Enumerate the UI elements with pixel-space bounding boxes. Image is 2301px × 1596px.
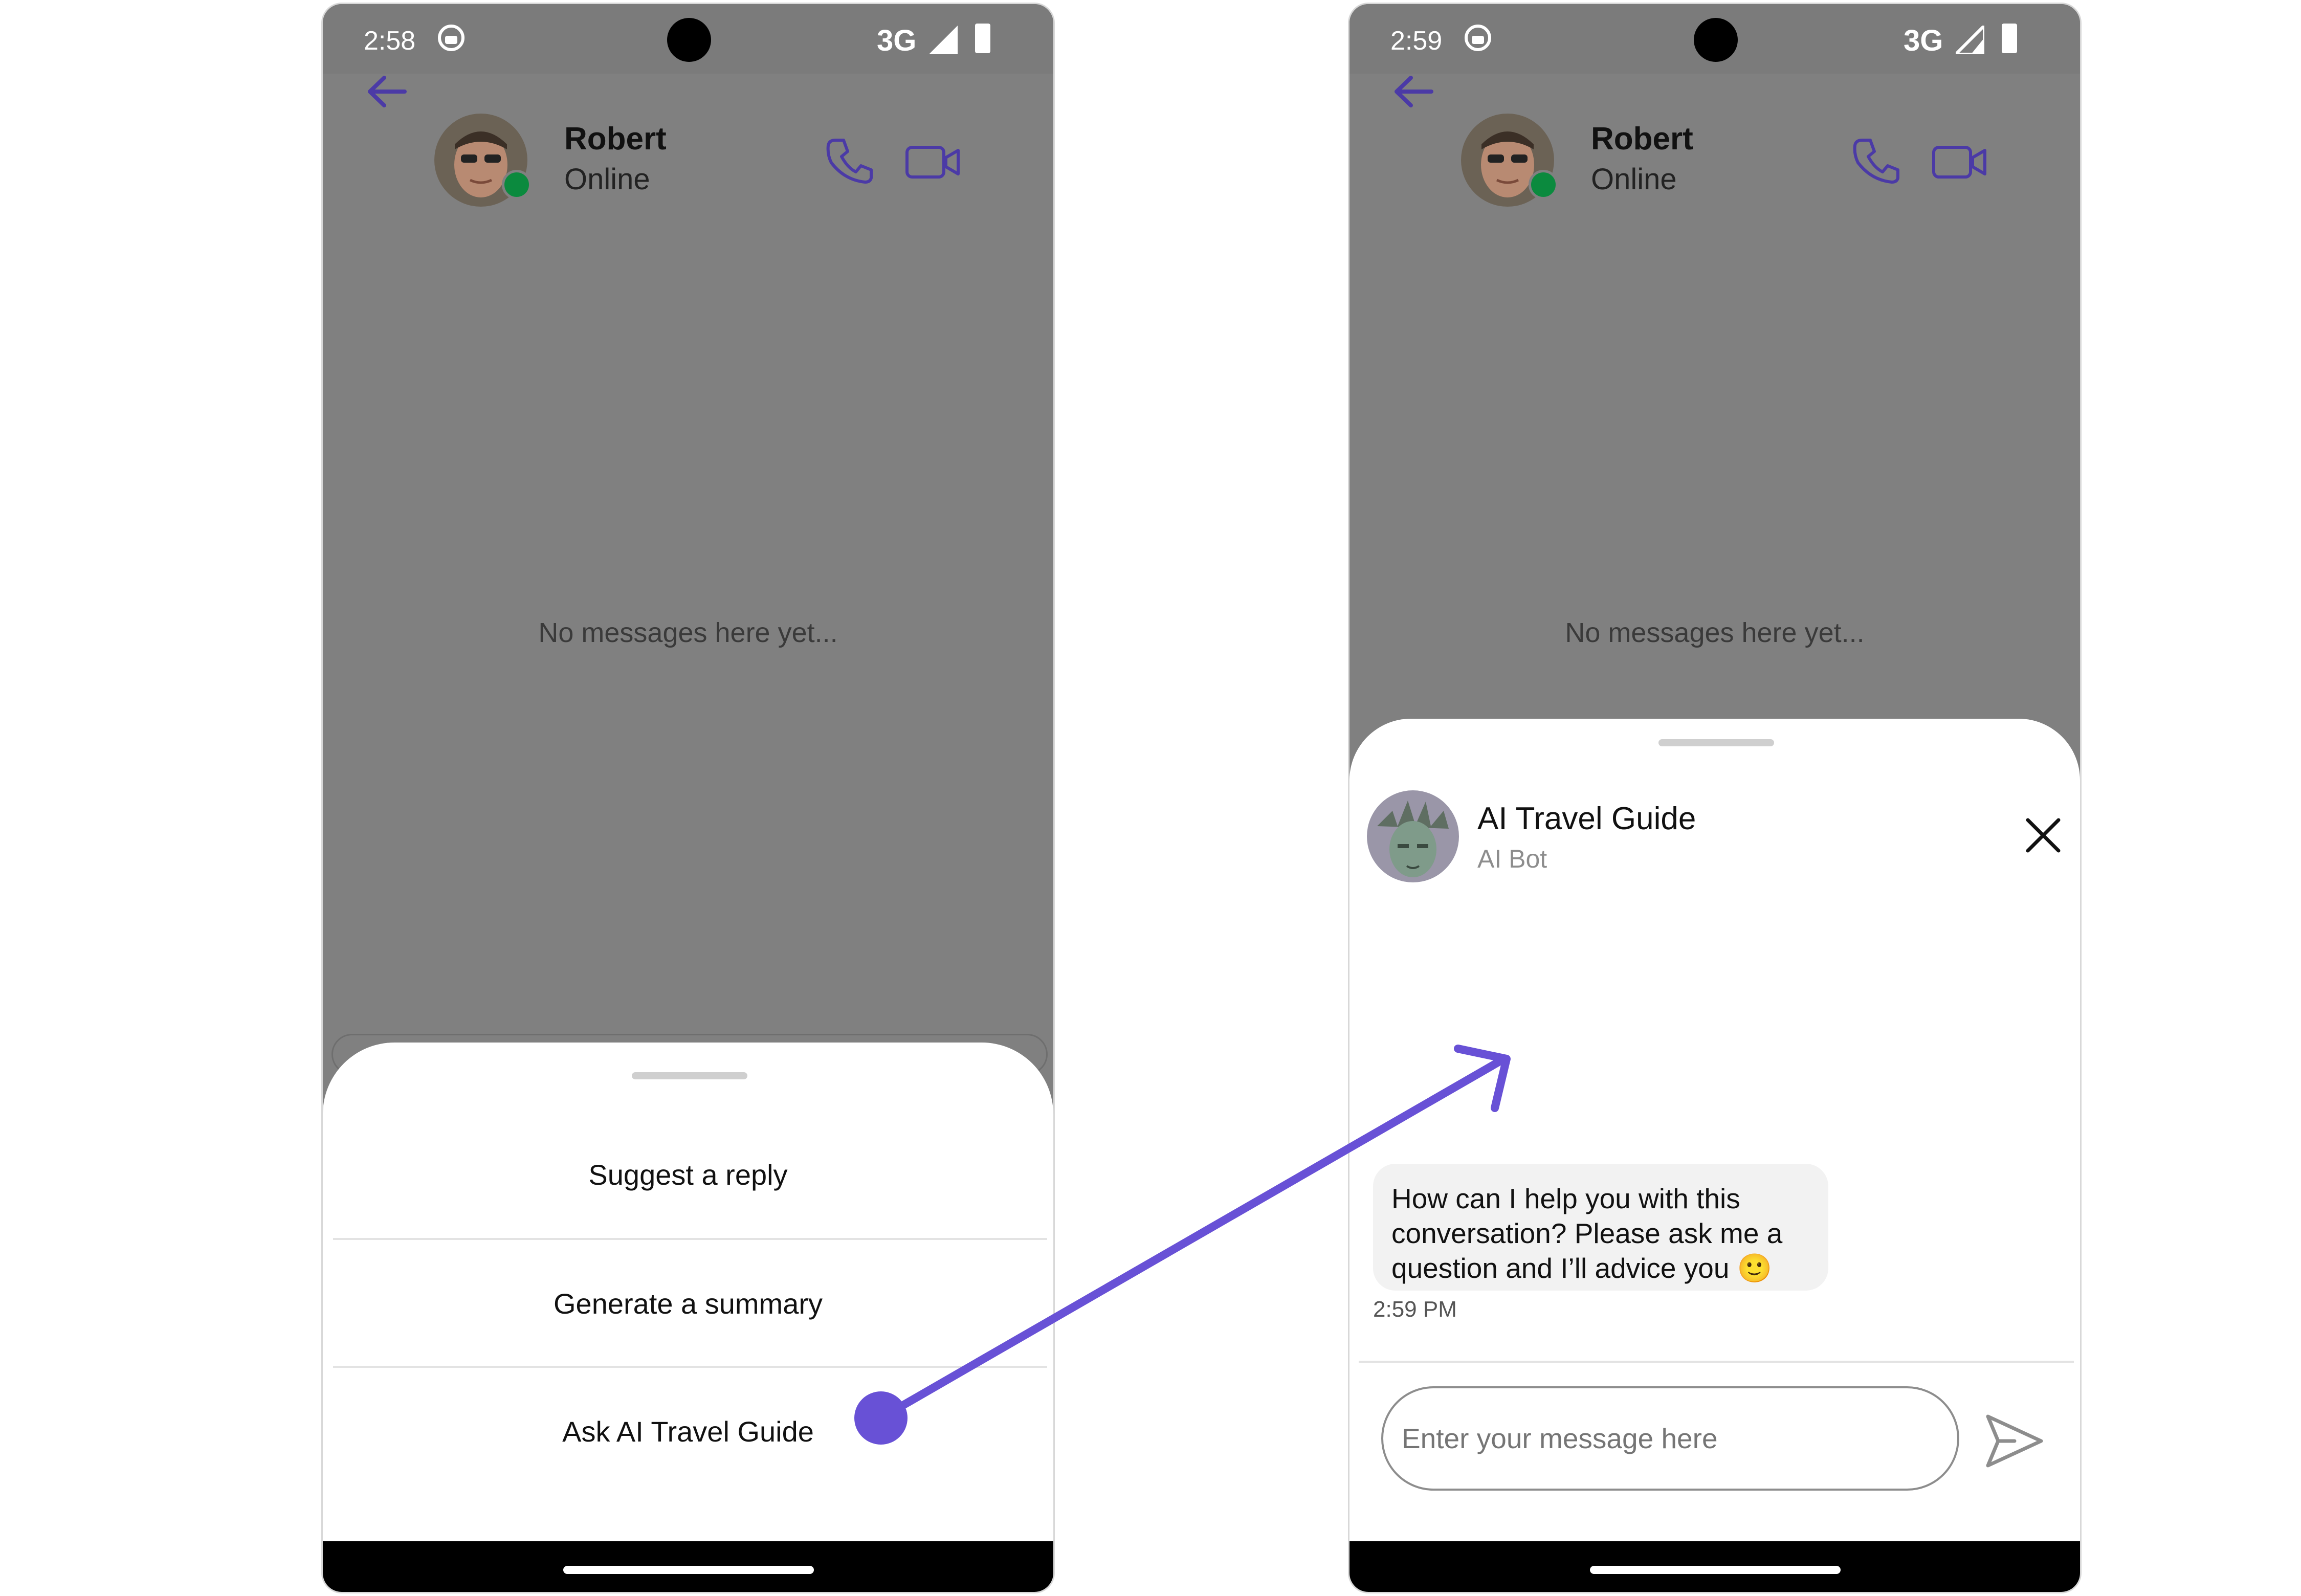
phone-screen-left: 2:58 3G Robert Online No messages here y… bbox=[321, 3, 1055, 1593]
notification-icon bbox=[438, 25, 464, 51]
phone-icon[interactable] bbox=[824, 134, 875, 185]
ai-bot-chat-sheet: AI Travel Guide AI Bot How can I help yo… bbox=[1349, 719, 2080, 1592]
status-bar: 2:58 3G bbox=[323, 4, 1053, 74]
signal-icon bbox=[1956, 26, 1984, 54]
divider bbox=[1359, 1361, 2074, 1363]
message-line: question and I’ll advice you 🙂 bbox=[1391, 1251, 1810, 1285]
battery-icon bbox=[975, 24, 990, 53]
message-input[interactable] bbox=[1381, 1386, 1959, 1491]
back-arrow-icon[interactable] bbox=[364, 69, 410, 115]
notification-icon bbox=[1465, 25, 1491, 51]
navigation-bar bbox=[323, 1541, 1053, 1592]
battery-icon bbox=[2002, 24, 2017, 53]
network-type: 3G bbox=[1904, 24, 1943, 57]
smile-emoji: 🙂 bbox=[1737, 1252, 1773, 1284]
phone-icon[interactable] bbox=[1851, 134, 1902, 185]
network-type: 3G bbox=[877, 24, 917, 57]
chat-header: Robert Online bbox=[323, 74, 1053, 207]
ai-options-sheet: Suggest a reply Generate a summary Ask A… bbox=[323, 1043, 1053, 1592]
status-bar: 2:59 3G bbox=[1349, 4, 2080, 74]
close-icon[interactable] bbox=[2024, 816, 2063, 855]
message-text: question and I’ll advice you bbox=[1391, 1252, 1730, 1284]
home-indicator[interactable] bbox=[1590, 1566, 1841, 1574]
bot-name: AI Travel Guide bbox=[1477, 801, 1696, 836]
message-time: 2:59 PM bbox=[1373, 1297, 1457, 1322]
contact-name: Robert bbox=[564, 121, 667, 157]
menu-item-suggest-reply[interactable]: Suggest a reply bbox=[323, 1111, 1053, 1238]
back-arrow-icon[interactable] bbox=[1390, 69, 1436, 115]
bot-subtitle: AI Bot bbox=[1477, 845, 1547, 873]
navigation-bar bbox=[1349, 1541, 2080, 1592]
video-camera-icon[interactable] bbox=[905, 140, 961, 184]
phone-screen-right: 2:59 3G Robert Online No messages here y… bbox=[1348, 3, 2082, 1593]
online-status-dot bbox=[1529, 170, 1558, 199]
menu-item-label: Ask AI Travel Guide bbox=[562, 1415, 814, 1448]
menu-item-label: Generate a summary bbox=[554, 1287, 823, 1320]
sheet-handle[interactable] bbox=[1658, 739, 1774, 746]
bot-avatar bbox=[1367, 790, 1459, 882]
empty-state-message: No messages here yet... bbox=[1565, 617, 1865, 648]
contact-status: Online bbox=[564, 163, 650, 196]
empty-state-message: No messages here yet... bbox=[538, 617, 838, 648]
contact-name: Robert bbox=[1591, 121, 1693, 157]
menu-item-ask-ai-travel-guide[interactable]: Ask AI Travel Guide bbox=[323, 1368, 1053, 1495]
home-indicator[interactable] bbox=[563, 1566, 814, 1574]
status-time: 2:59 bbox=[1390, 26, 1443, 56]
video-camera-icon[interactable] bbox=[1932, 140, 1988, 184]
online-status-dot bbox=[502, 170, 532, 199]
menu-item-generate-summary[interactable]: Generate a summary bbox=[323, 1240, 1053, 1367]
menu-item-label: Suggest a reply bbox=[588, 1158, 788, 1191]
camera-cutout bbox=[667, 18, 711, 62]
message-line: How can I help you with this bbox=[1391, 1183, 1740, 1214]
chat-header: Robert Online bbox=[1349, 74, 2080, 207]
contact-status: Online bbox=[1591, 163, 1677, 196]
send-icon[interactable] bbox=[1984, 1410, 2045, 1472]
status-time: 2:58 bbox=[364, 26, 416, 56]
message-line: conversation? Please ask me a bbox=[1391, 1217, 1783, 1249]
bot-message-bubble: How can I help you with this conversatio… bbox=[1373, 1164, 1828, 1291]
signal-icon bbox=[929, 26, 958, 54]
camera-cutout bbox=[1694, 18, 1738, 62]
sheet-handle[interactable] bbox=[632, 1072, 747, 1079]
